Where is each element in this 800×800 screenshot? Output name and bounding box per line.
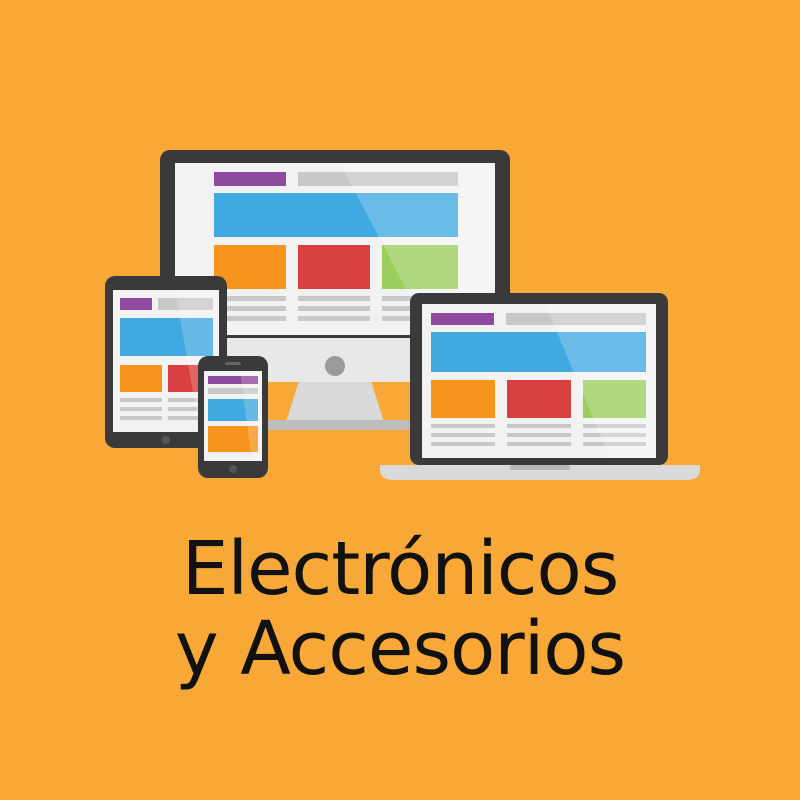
responsive-devices-illustration — [105, 150, 700, 480]
smartphone-icon — [198, 356, 268, 478]
caption-line-1: Electrónicos — [181, 526, 620, 612]
laptop-icon — [380, 293, 700, 480]
page: { "caption": { "line1": "Electrónicos", … — [0, 0, 800, 800]
caption-line-2: y Accesorios — [174, 606, 626, 692]
